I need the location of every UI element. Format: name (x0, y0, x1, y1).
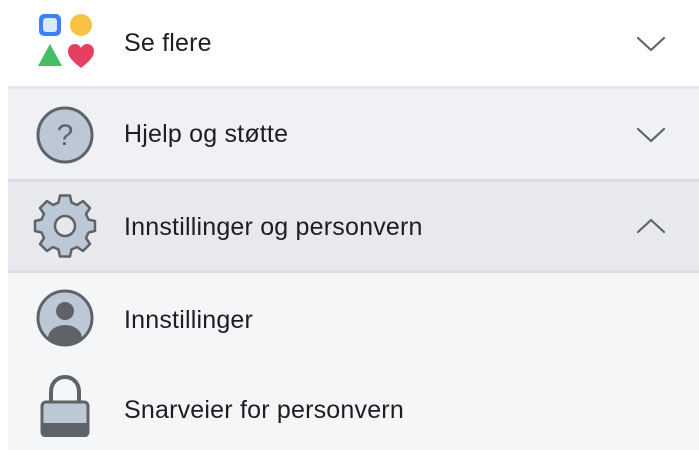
menu-item-label: Innstillinger og personvern (124, 213, 423, 241)
menu-item-see-more[interactable]: Se flere (0, 0, 699, 86)
svg-text:?: ? (57, 119, 74, 152)
menu-item-label: Se flere (124, 29, 212, 57)
submenu-item-label: Snarveier for personvern (124, 396, 404, 424)
profile-icon (33, 286, 97, 350)
help-icon: ? (33, 103, 97, 167)
settings-gear-icon (33, 194, 97, 258)
shapes-icon (33, 10, 97, 74)
menu-item-settings-privacy[interactable]: Innstillinger og personvern (8, 182, 699, 270)
menu-item-label: Hjelp og støtte (124, 120, 289, 148)
submenu-item-label: Innstillinger (124, 306, 254, 334)
menu-item-help-support[interactable]: ? Hjelp og støtte (8, 89, 699, 179)
chevron-up-icon[interactable] (633, 208, 669, 244)
chevron-down-icon[interactable] (633, 117, 669, 153)
chevron-down-icon[interactable] (633, 26, 669, 62)
lock-icon (33, 373, 97, 437)
submenu-item-settings[interactable]: Innstillinger (8, 273, 699, 363)
submenu-item-privacy-shortcuts[interactable]: Snarveier for personvern (8, 363, 699, 450)
settings-menu: Se flere ? Hjelp og støtte Innstillinger… (0, 0, 699, 450)
